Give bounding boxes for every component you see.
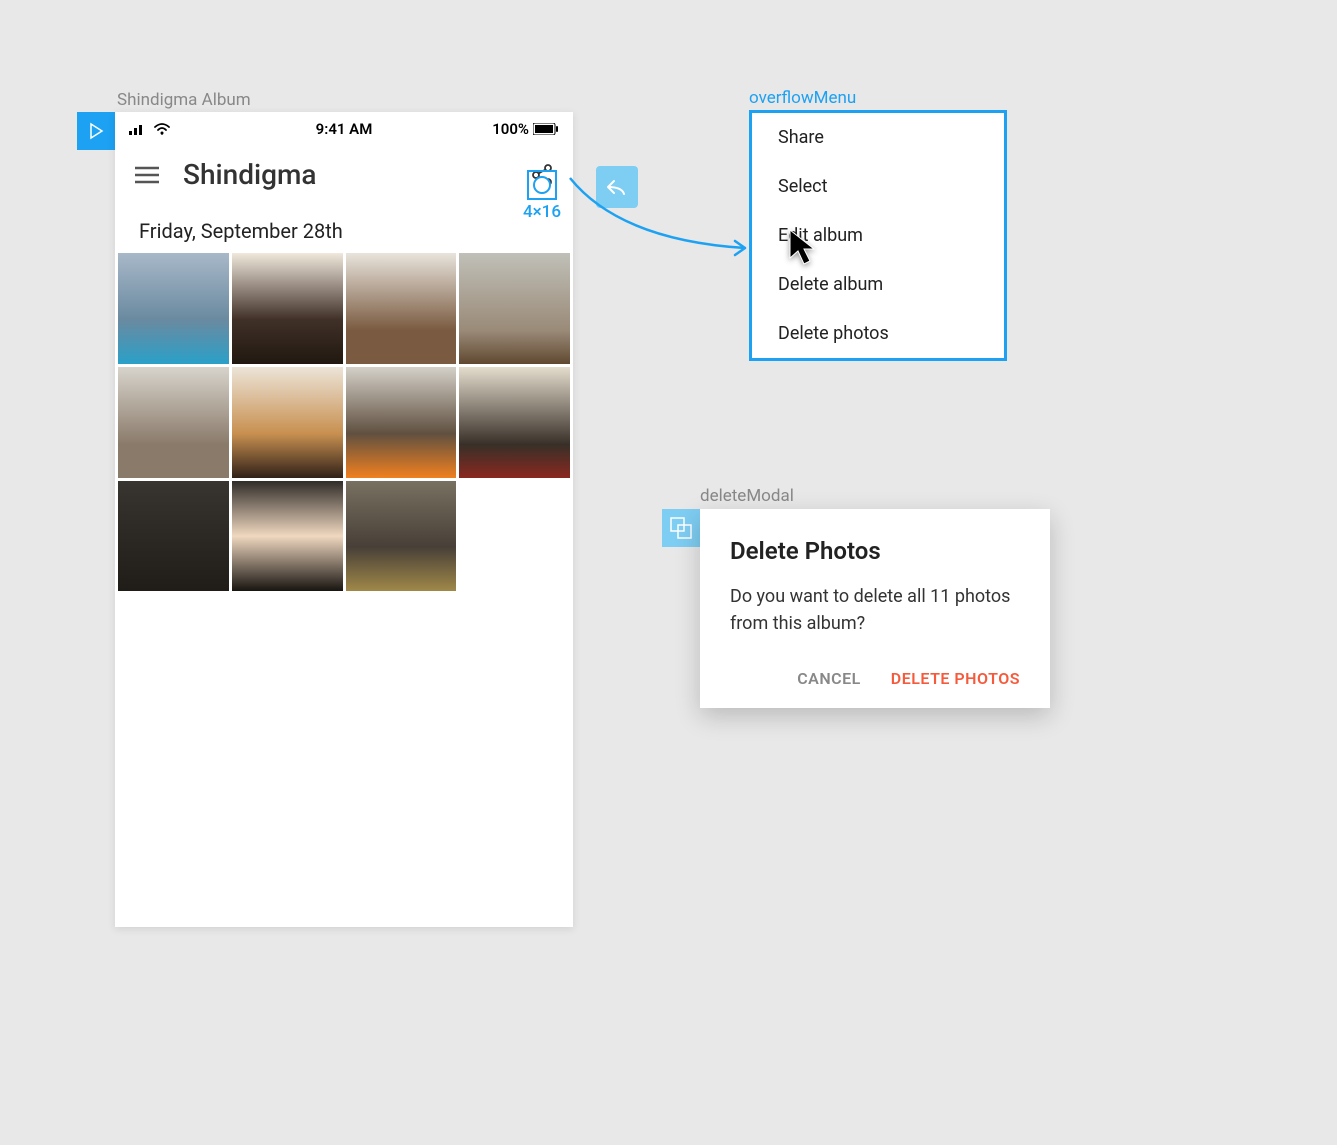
modal-body: Do you want to delete all 11 photos from… [730,583,1020,637]
play-button[interactable] [77,112,115,150]
cursor-icon [786,228,826,268]
overflow-item-select[interactable]: Select [752,162,1004,211]
modal-actions: CANCEL DELETE PHOTOS [730,669,1020,688]
photo-thumb[interactable] [346,253,457,364]
play-icon [87,122,105,140]
frame-label-overflow[interactable]: overflowMenu [749,88,856,108]
status-bar: 9:41 AM 100% [115,112,573,142]
phone-frame: 9:41 AM 100% Shindigma [115,112,573,927]
selection-dimensions: 4×16 [523,202,561,222]
overflow-item-share[interactable]: Share [752,113,1004,162]
selection-target-icon [527,170,557,200]
photo-thumb[interactable] [346,481,457,592]
photo-thumb[interactable] [118,481,229,592]
reply-arrow-icon [606,178,628,196]
photo-thumb[interactable] [118,367,229,478]
frame-label-modal[interactable]: deleteModal [700,486,794,506]
connector-arrow [560,170,780,270]
component-badge[interactable] [662,509,700,547]
photo-thumb[interactable] [232,367,343,478]
photo-thumb[interactable] [118,253,229,364]
overflow-item-delete-photos[interactable]: Delete photos [752,309,1004,358]
app-bar: Shindigma [115,142,573,199]
modal-title: Delete Photos [730,537,1020,565]
delete-photos-button[interactable]: DELETE PHOTOS [891,669,1020,688]
selection-indicator[interactable]: 4×16 [523,170,561,222]
photo-thumb[interactable] [346,367,457,478]
delete-modal: Delete Photos Do you want to delete all … [700,509,1050,708]
menu-icon[interactable] [135,166,159,184]
photo-thumb[interactable] [459,367,570,478]
status-battery-pct: 100% [492,120,529,138]
date-header: Friday, September 28th [115,199,573,253]
photo-thumb[interactable] [232,481,343,592]
frame-label-album[interactable]: Shindigma Album [117,90,251,110]
photo-thumb[interactable] [232,253,343,364]
appbar-title: Shindigma [183,158,507,191]
battery-icon [533,123,559,135]
prototype-reply-badge[interactable] [596,166,638,208]
cancel-button[interactable]: CANCEL [797,669,861,688]
photo-thumb[interactable] [459,253,570,364]
component-icon [670,517,692,539]
photo-grid [115,253,573,591]
